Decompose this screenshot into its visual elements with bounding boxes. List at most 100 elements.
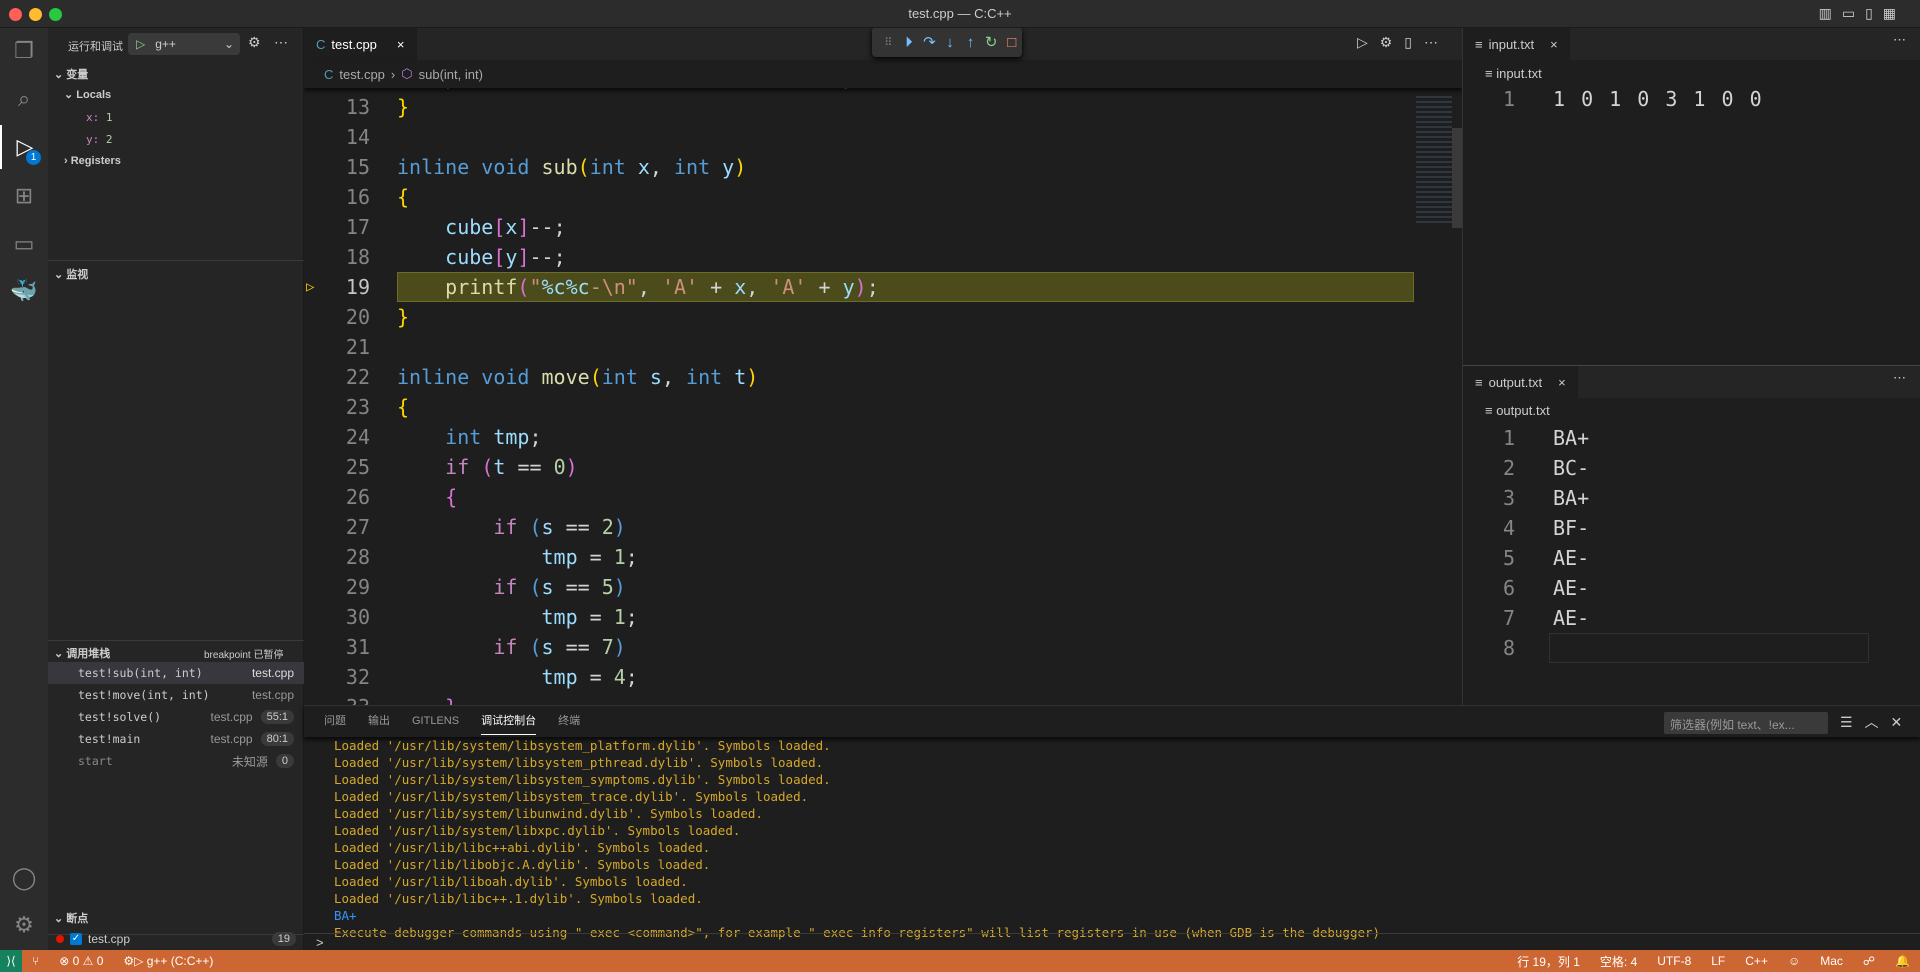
step-into-icon[interactable]: ↓: [940, 34, 961, 51]
panel-tab[interactable]: 输出: [368, 706, 390, 734]
debug-config-status[interactable]: ⚙▷ g++ (C:C++): [123, 954, 213, 968]
watch-header[interactable]: ⌄ 监视: [54, 266, 88, 282]
code-line[interactable]: 30 tmp = 1;: [304, 602, 1414, 632]
callstack-frame[interactable]: start 未知源 0: [48, 750, 304, 772]
code-line[interactable]: 17 cube[x]--;: [304, 212, 1414, 242]
step-out-icon[interactable]: ↑: [960, 34, 981, 51]
gear-icon[interactable]: ⚙: [248, 34, 261, 51]
close-icon[interactable]: ×: [397, 37, 405, 52]
code-line[interactable]: 13}: [304, 92, 1414, 122]
input-line[interactable]: 11 0 1 0 3 1 0 0: [1463, 84, 1863, 114]
code-line[interactable]: 29 if (s == 5): [304, 572, 1414, 602]
tab-output-txt[interactable]: ≡ output.txt ×: [1463, 366, 1578, 398]
close-icon[interactable]: ×: [1558, 375, 1566, 390]
notifications-bell-icon[interactable]: 🔔: [1895, 954, 1910, 968]
code-line[interactable]: 16 {: [304, 182, 1414, 212]
docker-icon[interactable]: 🐳: [0, 269, 48, 313]
stop-icon[interactable]: □: [1001, 34, 1022, 51]
output-line[interactable]: 4 BF-: [1463, 513, 1863, 543]
feedback-icon[interactable]: ☍: [1863, 954, 1875, 968]
continue-icon[interactable]: ⏵: [899, 34, 920, 51]
variable-y[interactable]: y: 2: [86, 133, 113, 146]
breadcrumb-output[interactable]: ≡ output.txt: [1485, 403, 1550, 418]
callstack-frame[interactable]: test!solve() test.cpp 55:1: [48, 706, 304, 728]
console-input[interactable]: >: [316, 935, 324, 950]
panel-tab[interactable]: 调试控制台: [481, 706, 537, 735]
output-line[interactable]: 7 AE-: [1463, 603, 1863, 633]
panel-actions[interactable]: ☰︿✕: [1840, 712, 1914, 732]
search-icon[interactable]: ⌕: [0, 77, 48, 121]
more-icon[interactable]: ⋯: [1893, 32, 1906, 48]
variables-header[interactable]: ⌄ 变量: [54, 66, 88, 82]
debug-console-output[interactable]: Loaded '/usr/lib/system/libsystem_platfo…: [304, 737, 1864, 941]
output-line[interactable]: 2 BC-: [1463, 453, 1863, 483]
variable-x[interactable]: x: 1: [86, 111, 113, 124]
drag-handle-icon[interactable]: ⠿: [878, 36, 899, 49]
code-line[interactable]: 18 cube[y]--;: [304, 242, 1414, 272]
cursor-position[interactable]: 行 19，列 1: [1517, 953, 1580, 970]
encoding[interactable]: UTF-8: [1657, 954, 1691, 968]
callstack-frame[interactable]: test!main test.cpp 80:1: [48, 728, 304, 750]
callstack-frame[interactable]: test!sub(int, int) test.cpp: [48, 662, 304, 684]
more-icon[interactable]: ⋯: [1893, 370, 1906, 386]
language-mode[interactable]: C++: [1745, 954, 1768, 968]
output-line[interactable]: 6 AE-: [1463, 573, 1863, 603]
step-over-icon[interactable]: ↷: [919, 33, 940, 51]
manage-gear-icon[interactable]: ⚙: [0, 903, 48, 947]
code-line[interactable]: 25 if (t == 0): [304, 452, 1414, 482]
copilot-icon[interactable]: ☺: [1788, 954, 1800, 968]
panel-tab[interactable]: 终端: [558, 706, 580, 734]
panel-tab[interactable]: GITLENS: [412, 709, 459, 733]
code-line[interactable]: ▷ 19 printf("%c%c-\n", 'A' + x, 'A' + y);: [304, 272, 1414, 302]
locals-scope[interactable]: ⌄ Locals: [64, 88, 111, 101]
code-line[interactable]: 31 if (s == 7): [304, 632, 1414, 662]
scrollbar[interactable]: [1452, 128, 1462, 228]
code-line[interactable]: 32 tmp = 4;: [304, 662, 1414, 692]
console-filter-input[interactable]: 筛选器(例如 text、!ex...: [1664, 712, 1828, 734]
problems-indicator[interactable]: ⊗ 0 ⚠ 0: [59, 954, 103, 968]
tab-test-cpp[interactable]: Ctest.cpp ×: [304, 28, 417, 60]
code-line[interactable]: 27 if (s == 2): [304, 512, 1414, 542]
account-icon[interactable]: ◯: [0, 856, 48, 900]
tab-input-txt[interactable]: ≡ input.txt ×: [1463, 28, 1570, 60]
code-line[interactable]: 14: [304, 122, 1414, 152]
code-line[interactable]: 28 tmp = 1;: [304, 542, 1414, 572]
panel-tab[interactable]: 问题: [324, 706, 346, 734]
breadcrumb-symbol[interactable]: sub(int, int): [419, 67, 483, 82]
callstack-frame[interactable]: test!move(int, int) test.cpp: [48, 684, 304, 706]
breakpoints-header[interactable]: ⌄ 断点: [54, 910, 88, 926]
indentation[interactable]: 空格: 4: [1600, 953, 1637, 970]
registers-scope[interactable]: › Registers: [64, 155, 121, 167]
breadcrumb-input[interactable]: ≡ input.txt: [1485, 66, 1542, 81]
restart-icon[interactable]: ↻: [981, 33, 1002, 51]
breakpoint-item[interactable]: ✓ test.cpp 19: [56, 932, 296, 946]
close-icon[interactable]: ×: [1550, 37, 1558, 52]
code-line[interactable]: 23 {: [304, 392, 1414, 422]
debug-config-select[interactable]: ▷ g++ ⌄: [128, 33, 240, 55]
code-line[interactable]: 20}: [304, 302, 1414, 332]
code-area[interactable]: 12 printf("%c%c+\n", 'A' + x, 'A' + y);1…: [304, 64, 1414, 705]
platform[interactable]: Mac: [1820, 954, 1843, 968]
code-line[interactable]: 33 }: [304, 692, 1414, 705]
start-debug-icon[interactable]: ▷: [136, 37, 145, 51]
remote-icon[interactable]: ⟩⟨: [0, 950, 22, 972]
remote-explorer-icon[interactable]: ▭: [0, 222, 48, 266]
layout-toggle-icons[interactable]: ▥▭▯▦: [1819, 5, 1906, 22]
output-line[interactable]: 5 AE-: [1463, 543, 1863, 573]
callstack-header[interactable]: ⌄ 调用堆栈: [54, 645, 110, 661]
extensions-icon[interactable]: ⊞: [0, 174, 48, 218]
code-line[interactable]: 24 int tmp;: [304, 422, 1414, 452]
output-line[interactable]: 3 BA+: [1463, 483, 1863, 513]
code-line[interactable]: 15 inline void sub(int x, int y): [304, 152, 1414, 182]
output-line[interactable]: 1 BA+: [1463, 423, 1863, 453]
more-icon[interactable]: ⋯: [274, 34, 288, 51]
eol[interactable]: LF: [1711, 954, 1725, 968]
breakpoint-checkbox[interactable]: ✓: [70, 933, 82, 945]
breadcrumb-file[interactable]: test.cpp: [339, 67, 385, 82]
source-control-icon[interactable]: ⑂: [32, 954, 39, 968]
code-line[interactable]: 26 {: [304, 482, 1414, 512]
output-line[interactable]: 8: [1463, 633, 1869, 663]
code-line[interactable]: 21: [304, 332, 1414, 362]
explorer-icon[interactable]: ❐: [0, 29, 48, 73]
editor-actions[interactable]: ▷⚙▯⋯: [1357, 34, 1450, 51]
